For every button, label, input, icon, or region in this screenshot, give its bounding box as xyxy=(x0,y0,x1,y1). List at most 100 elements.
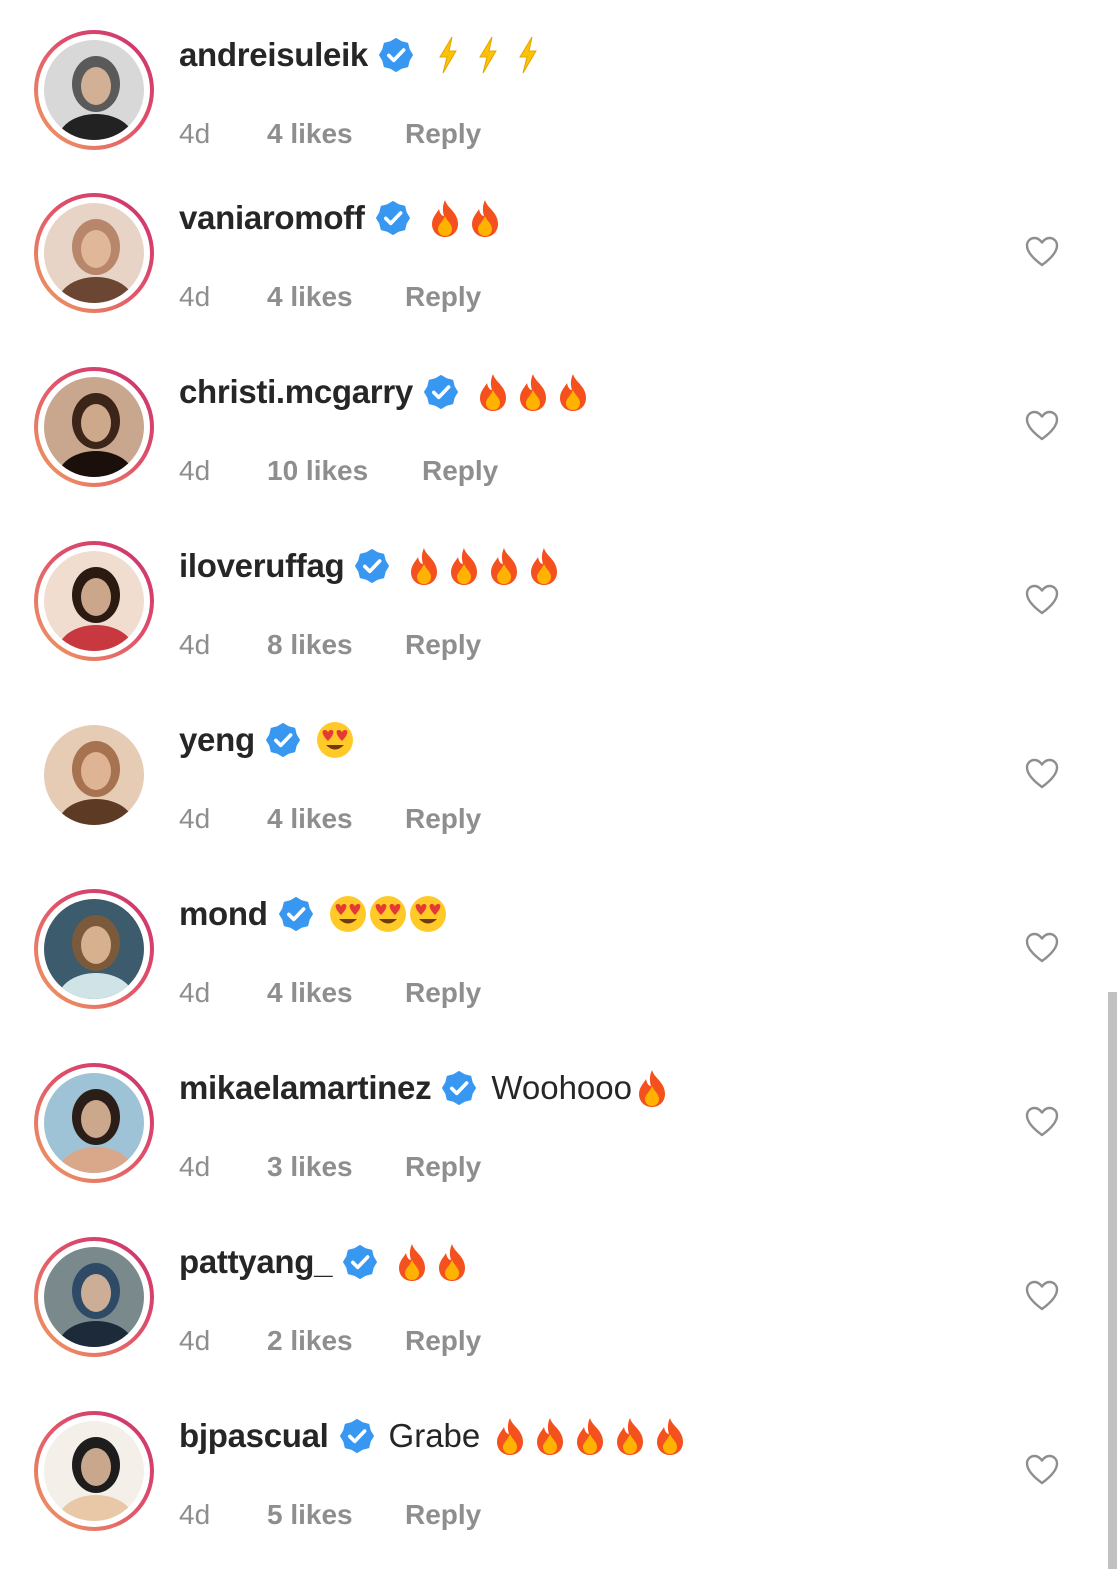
comment-timestamp[interactable]: 4d xyxy=(179,977,210,1009)
heart-eyes-emoji xyxy=(408,894,448,934)
verified-badge-icon xyxy=(354,548,390,584)
avatar[interactable] xyxy=(44,899,144,999)
avatar-frame xyxy=(38,197,150,309)
reply-button[interactable]: Reply xyxy=(405,1499,481,1531)
username-link[interactable]: yeng xyxy=(179,721,255,759)
comment-timestamp[interactable]: 4d xyxy=(179,455,210,487)
username-link[interactable]: vaniaromoff xyxy=(179,199,365,237)
username-link[interactable]: bjpascual xyxy=(179,1417,329,1455)
comment-emoji xyxy=(490,1416,690,1456)
avatar[interactable] xyxy=(44,1073,144,1173)
fire-emoji xyxy=(610,1416,650,1456)
avatar-story-ring[interactable] xyxy=(34,541,154,661)
likes-count-button[interactable]: 3 likes xyxy=(267,1151,353,1183)
lightning-emoji xyxy=(428,35,468,75)
comment-emoji xyxy=(425,198,505,238)
comment-item: mond 4d 4 likes Reply xyxy=(0,889,1100,1039)
likes-count-button[interactable]: 4 likes xyxy=(267,977,353,1009)
avatar-story-ring[interactable] xyxy=(34,1411,154,1531)
avatar-story-ring[interactable] xyxy=(34,193,154,313)
heart-outline-icon[interactable] xyxy=(1025,757,1059,791)
comment-item: andreisuleik 4d 4 likes Reply xyxy=(0,30,1100,180)
comment-header: andreisuleik xyxy=(179,32,548,78)
comment-timestamp[interactable]: 4d xyxy=(179,803,210,835)
heart-outline-icon[interactable] xyxy=(1025,583,1059,617)
fire-emoji xyxy=(530,1416,570,1456)
heart-outline-icon[interactable] xyxy=(1025,235,1059,269)
verified-badge-icon xyxy=(375,200,411,236)
heart-outline-icon[interactable] xyxy=(1025,1105,1059,1139)
username-link[interactable]: mikaelamartinez xyxy=(179,1069,432,1107)
heart-outline-icon[interactable] xyxy=(1025,409,1059,443)
verified-badge-icon xyxy=(339,1418,375,1454)
comment-item: bjpascual Grabe 4d 5 likes Reply xyxy=(0,1411,1100,1561)
comment-header: iloveruffag xyxy=(179,543,564,589)
fire-emoji xyxy=(432,1242,472,1282)
heart-eyes-emoji xyxy=(368,894,408,934)
comment-list: andreisuleik 4d 4 likes Reply vaniaromoff 4d 4… xyxy=(0,0,1120,1569)
comment-emoji xyxy=(428,35,548,75)
likes-count-button[interactable]: 8 likes xyxy=(267,629,353,661)
reply-button[interactable]: Reply xyxy=(422,455,498,487)
heart-outline-icon[interactable] xyxy=(1025,1453,1059,1487)
reply-button[interactable]: Reply xyxy=(405,118,481,150)
reply-button[interactable]: Reply xyxy=(405,1325,481,1357)
comment-header: mikaelamartinez Woohooo xyxy=(179,1065,672,1111)
comment-emoji xyxy=(473,372,593,412)
fire-emoji xyxy=(650,1416,690,1456)
comment-timestamp[interactable]: 4d xyxy=(179,1325,210,1357)
comment-header: christi.mcgarry xyxy=(179,369,593,415)
avatar-story-ring[interactable] xyxy=(34,889,154,1009)
avatar-story-ring[interactable] xyxy=(34,1063,154,1183)
likes-count-button[interactable]: 4 likes xyxy=(267,118,353,150)
scrollbar[interactable] xyxy=(1108,992,1117,1569)
heart-outline-icon[interactable] xyxy=(1025,1279,1059,1313)
comment-emoji xyxy=(315,720,355,760)
comment-text: Grabe xyxy=(388,1417,481,1454)
avatar-frame xyxy=(38,371,150,483)
fire-emoji xyxy=(490,1416,530,1456)
comment-header: pattyang_ xyxy=(179,1239,472,1285)
reply-button[interactable]: Reply xyxy=(405,1151,481,1183)
reply-button[interactable]: Reply xyxy=(405,629,481,661)
verified-badge-icon xyxy=(342,1244,378,1280)
comment-timestamp[interactable]: 4d xyxy=(179,1499,210,1531)
avatar[interactable] xyxy=(44,551,144,651)
avatar[interactable] xyxy=(44,203,144,303)
avatar-frame xyxy=(38,893,150,1005)
heart-outline-icon[interactable] xyxy=(1025,931,1059,965)
likes-count-button[interactable]: 4 likes xyxy=(267,803,353,835)
lightning-emoji xyxy=(468,35,508,75)
comment-timestamp[interactable]: 4d xyxy=(179,118,210,150)
avatar[interactable] xyxy=(44,1247,144,1347)
avatar[interactable] xyxy=(44,725,144,825)
likes-count-button[interactable]: 2 likes xyxy=(267,1325,353,1357)
avatar[interactable] xyxy=(44,377,144,477)
avatar-frame xyxy=(38,34,150,146)
comment-timestamp[interactable]: 4d xyxy=(179,629,210,661)
verified-badge-icon xyxy=(423,374,459,410)
verified-badge-icon xyxy=(378,37,414,73)
avatar-story-ring[interactable] xyxy=(34,367,154,487)
comment-item: christi.mcgarry 4d 10 likes Reply xyxy=(0,367,1100,517)
username-link[interactable]: pattyang_ xyxy=(179,1243,332,1281)
likes-count-button[interactable]: 10 likes xyxy=(267,455,368,487)
avatar-story-ring[interactable] xyxy=(34,1237,154,1357)
avatar-story-ring[interactable] xyxy=(34,30,154,150)
username-link[interactable]: mond xyxy=(179,895,268,933)
fire-emoji xyxy=(392,1242,432,1282)
username-link[interactable]: andreisuleik xyxy=(179,36,368,74)
username-link[interactable]: christi.mcgarry xyxy=(179,373,413,411)
verified-badge-icon xyxy=(265,722,301,758)
likes-count-button[interactable]: 5 likes xyxy=(267,1499,353,1531)
avatar[interactable] xyxy=(44,1421,144,1521)
avatar-story-ring[interactable] xyxy=(34,715,154,835)
comment-timestamp[interactable]: 4d xyxy=(179,1151,210,1183)
reply-button[interactable]: Reply xyxy=(405,281,481,313)
likes-count-button[interactable]: 4 likes xyxy=(267,281,353,313)
avatar[interactable] xyxy=(44,40,144,140)
username-link[interactable]: iloveruffag xyxy=(179,547,345,585)
comment-timestamp[interactable]: 4d xyxy=(179,281,210,313)
reply-button[interactable]: Reply xyxy=(405,803,481,835)
reply-button[interactable]: Reply xyxy=(405,977,481,1009)
